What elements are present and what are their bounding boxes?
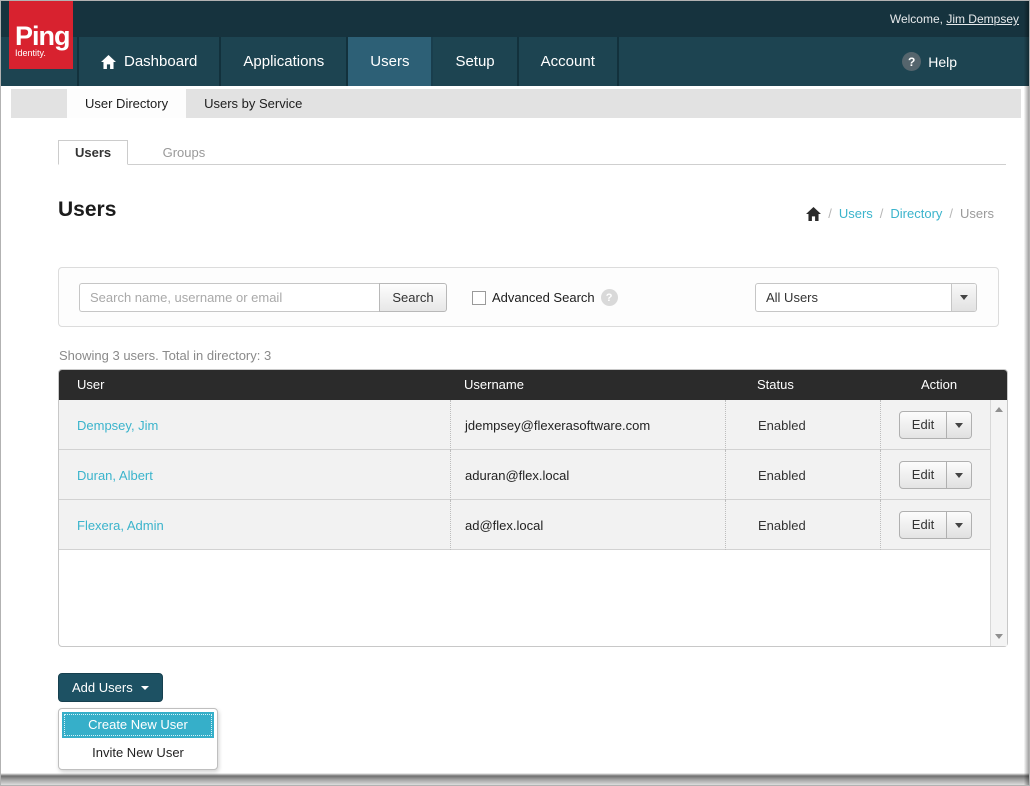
table-header: User Username Status Action [59, 370, 1007, 400]
top-bar: Welcome, Jim Dempsey [1, 1, 1029, 37]
logo-text: Ping [15, 23, 73, 49]
ping-identity-logo[interactable]: Ping Identity. [9, 1, 73, 69]
nav-label: Account [541, 53, 595, 70]
nav-label: Setup [455, 53, 494, 70]
nav-item-applications[interactable]: Applications [221, 37, 348, 86]
edit-split-button[interactable]: Edit [899, 461, 972, 489]
home-icon [101, 55, 116, 69]
tab-groups[interactable]: Groups [147, 141, 222, 166]
breadcrumb-separator: / [949, 206, 953, 221]
welcome-area: Welcome, Jim Dempsey [890, 12, 1019, 26]
menu-item-invite-new-user[interactable]: Invite New User [62, 740, 214, 766]
status-cell: Enabled [725, 500, 880, 550]
edit-button[interactable]: Edit [900, 412, 946, 438]
breadcrumb-separator: / [828, 206, 832, 221]
search-input[interactable] [79, 283, 379, 312]
user-filter-select[interactable]: All Users [755, 283, 977, 312]
username-cell: ad@flex.local [450, 500, 725, 550]
column-header-username[interactable]: Username [464, 370, 524, 400]
chevron-down-icon [955, 423, 963, 428]
users-table: User Username Status Action Dempsey, Jim… [58, 369, 1008, 647]
scroll-up-icon[interactable] [995, 407, 1003, 412]
breadcrumb-separator: / [880, 206, 884, 221]
app-window: Welcome, Jim Dempsey Dashboard Applicati… [0, 0, 1030, 786]
breadcrumb: / Users / Directory / Users [806, 206, 994, 221]
column-header-status[interactable]: Status [757, 370, 794, 400]
advanced-search: Advanced Search ? [472, 289, 618, 306]
edit-dropdown-button[interactable] [946, 462, 971, 488]
table-row: Flexera, Admin ad@flex.local Enabled Edi… [59, 500, 990, 550]
help-button[interactable]: ? Help [902, 37, 957, 86]
current-user-link[interactable]: Jim Dempsey [946, 12, 1019, 26]
advanced-search-checkbox[interactable] [472, 291, 486, 305]
nav-label: Users [370, 53, 409, 70]
username-cell: jdempsey@flexerasoftware.com [450, 400, 725, 450]
nav-items: Dashboard Applications Users Setup Accou… [77, 37, 619, 86]
add-users-menu: Create New User Invite New User [58, 708, 218, 770]
chevron-down-icon [960, 295, 968, 300]
edit-dropdown-button[interactable] [946, 512, 971, 538]
breadcrumb-current: Users [960, 206, 994, 221]
results-summary: Showing 3 users. Total in directory: 3 [59, 348, 271, 363]
advanced-search-help-icon[interactable]: ? [601, 289, 618, 306]
chevron-down-icon [955, 473, 963, 478]
user-name-link[interactable]: Duran, Albert [77, 468, 153, 483]
user-filter-value: All Users [756, 290, 951, 305]
edit-split-button[interactable]: Edit [899, 511, 972, 539]
table-body: Dempsey, Jim jdempsey@flexerasoftware.co… [59, 400, 1007, 646]
breadcrumb-link-directory[interactable]: Directory [890, 206, 942, 221]
nav-item-users[interactable]: Users [348, 37, 433, 86]
edit-dropdown-button[interactable] [946, 412, 971, 438]
user-name-link[interactable]: Flexera, Admin [77, 518, 164, 533]
nav-item-dashboard[interactable]: Dashboard [77, 37, 221, 86]
page-tabs: Users Groups [58, 140, 1006, 165]
select-dropdown-button[interactable] [951, 284, 976, 311]
chevron-down-icon [141, 686, 149, 690]
window-bottom-edge [1, 770, 1029, 785]
search-panel: Search Advanced Search ? All Users [58, 267, 999, 327]
main-nav: Dashboard Applications Users Setup Accou… [1, 37, 1029, 86]
nav-item-account[interactable]: Account [519, 37, 619, 86]
edit-button[interactable]: Edit [900, 462, 946, 488]
welcome-label: Welcome, [890, 12, 943, 26]
column-header-action: Action [921, 370, 957, 400]
status-cell: Enabled [725, 450, 880, 500]
breadcrumb-link-users[interactable]: Users [839, 206, 873, 221]
nav-item-setup[interactable]: Setup [433, 37, 518, 86]
edit-split-button[interactable]: Edit [899, 411, 972, 439]
help-label: Help [928, 54, 957, 70]
window-right-edge [1024, 1, 1029, 785]
username-cell: aduran@flex.local [450, 450, 725, 500]
nav-label: Dashboard [124, 53, 197, 70]
tab-users[interactable]: Users [58, 140, 128, 165]
add-users-button[interactable]: Add Users [58, 673, 163, 702]
breadcrumb-home-icon[interactable] [806, 207, 821, 221]
table-row: Dempsey, Jim jdempsey@flexerasoftware.co… [59, 400, 990, 450]
menu-item-create-new-user[interactable]: Create New User [62, 712, 214, 738]
secondary-nav: User Directory Users by Service [11, 89, 1021, 118]
advanced-search-label: Advanced Search [492, 290, 595, 305]
table-row: Duran, Albert aduran@flex.local Enabled … [59, 450, 990, 500]
nav-label: Applications [243, 53, 324, 70]
add-users-label: Add Users [72, 680, 133, 695]
page-title: Users [58, 198, 116, 222]
status-cell: Enabled [725, 400, 880, 450]
scroll-down-icon[interactable] [995, 634, 1003, 639]
column-header-user[interactable]: User [77, 370, 104, 400]
user-name-link[interactable]: Dempsey, Jim [77, 418, 158, 433]
tab-users-by-service[interactable]: Users by Service [186, 89, 320, 118]
edit-button[interactable]: Edit [900, 512, 946, 538]
tab-user-directory[interactable]: User Directory [67, 89, 186, 118]
chevron-down-icon [955, 523, 963, 528]
help-icon: ? [902, 52, 921, 71]
table-scrollbar[interactable] [990, 400, 1007, 646]
search-button[interactable]: Search [379, 283, 447, 312]
